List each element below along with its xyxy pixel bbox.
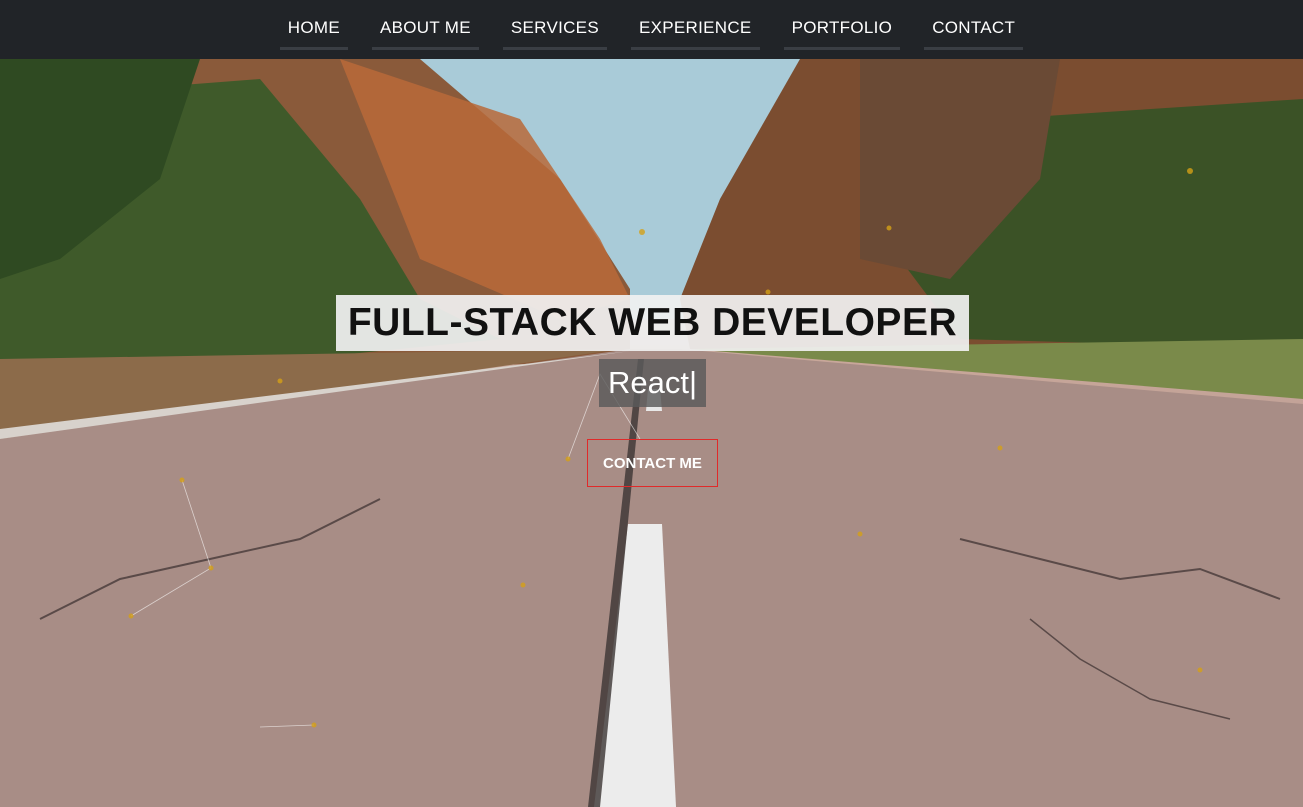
nav-portfolio[interactable]: PORTFOLIO [783, 0, 901, 50]
contact-me-button[interactable]: CONTACT ME [587, 439, 718, 487]
road-background-image [0, 59, 1303, 807]
nav-home[interactable]: HOME [279, 0, 348, 50]
nav-services[interactable]: SERVICES [502, 0, 607, 50]
typed-text-box: React | [599, 359, 706, 407]
headline-box: FULL-STACK WEB DEVELOPER [336, 295, 969, 351]
typed-text: React [607, 365, 689, 400]
nav-experience[interactable]: EXPERIENCE [630, 0, 760, 50]
top-navbar: HOME ABOUT ME SERVICES EXPERIENCE PORTFO… [0, 0, 1303, 59]
nav-about-me[interactable]: ABOUT ME [372, 0, 479, 50]
page-title: FULL-STACK WEB DEVELOPER [347, 301, 958, 344]
typing-cursor: | [688, 365, 698, 400]
nav-list: HOME ABOUT ME SERVICES EXPERIENCE PORTFO… [268, 0, 1035, 50]
nav-contact[interactable]: CONTACT [924, 0, 1024, 50]
hero-section: FULL-STACK WEB DEVELOPER React | CONTACT … [0, 59, 1303, 807]
